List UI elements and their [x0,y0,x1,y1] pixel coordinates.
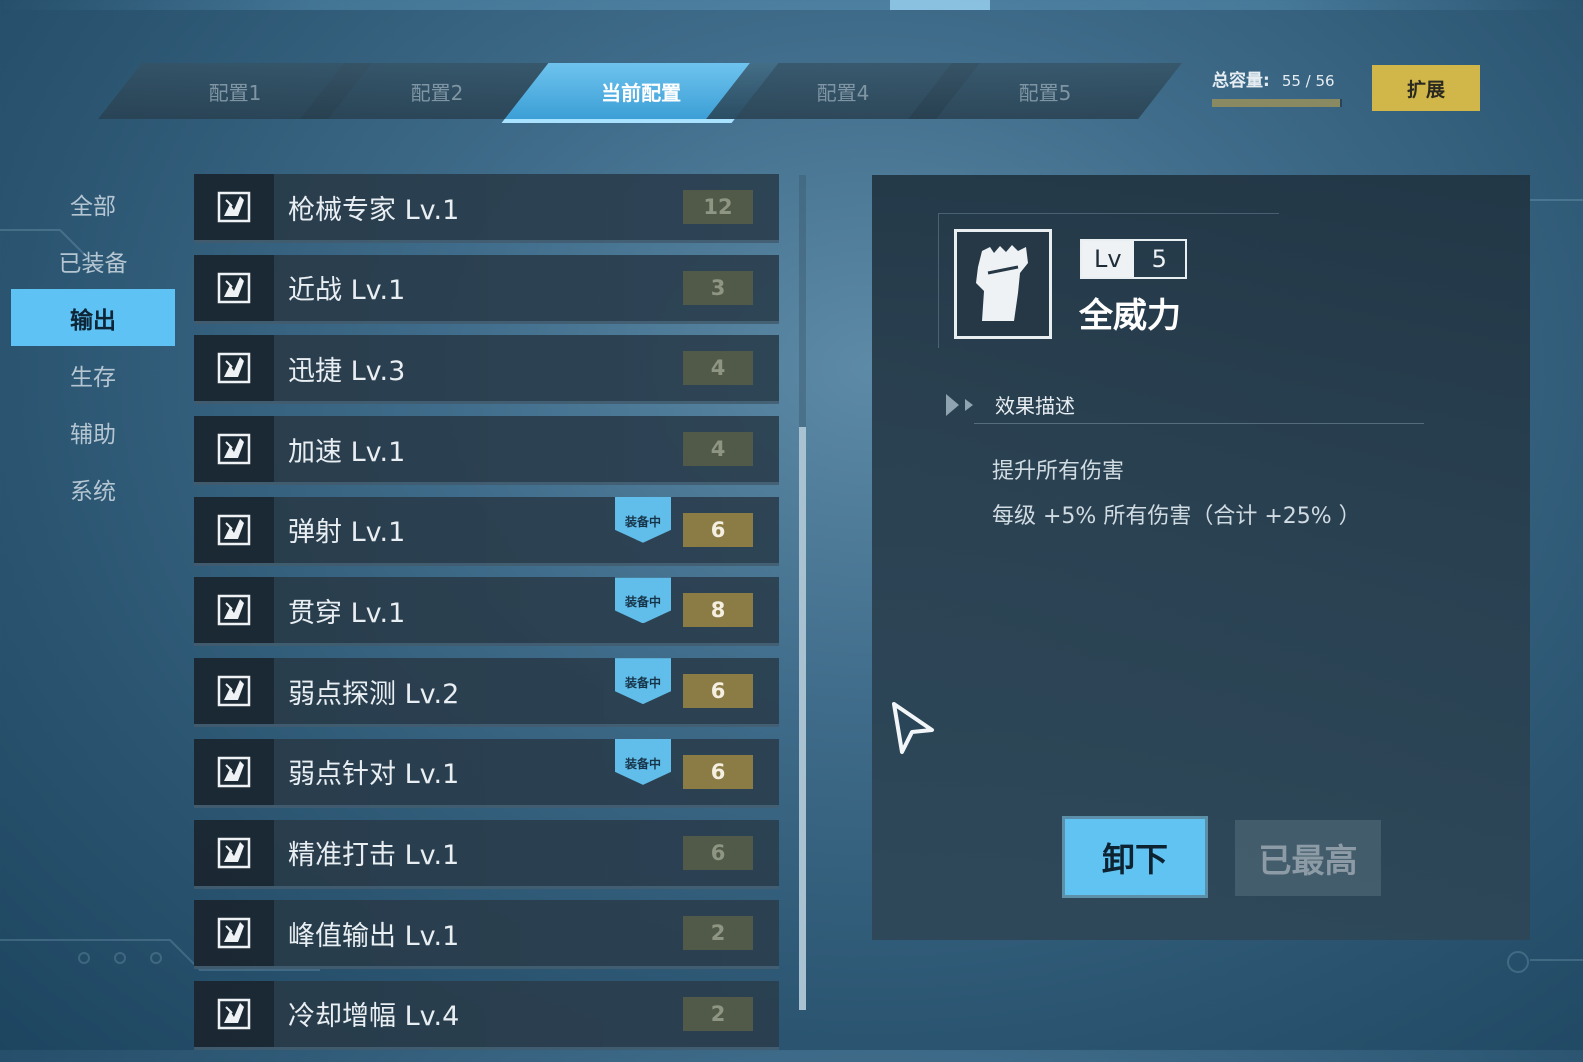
level-value: 5 [1151,245,1167,273]
cursor-arrow-icon [892,702,934,754]
skill-cost: 12 [683,190,753,224]
top-glow [890,0,990,10]
skill-row[interactable]: 贯穿 Lv.1 装备中 8 [194,577,779,647]
skill-chip-icon [194,254,274,321]
section-divider [974,423,1424,424]
skill-cost: 3 [683,270,753,305]
skill-row[interactable]: 近战 Lv.1 3 [194,254,779,324]
capacity-bar-fill [1212,99,1340,107]
triangle-icon [946,393,959,416]
tab-label: 配置1 [208,80,262,105]
skill-chip-icon [194,577,274,644]
skill-chip-icon [194,496,274,563]
skill-row[interactable]: 弱点针对 Lv.1 装备中 6 [194,738,779,808]
category-equipped[interactable]: 已装备 [11,232,175,289]
tab-label: 配置5 [1018,80,1072,105]
skill-cost: 6 [683,674,753,709]
skill-title: 全威力 [1079,296,1181,336]
skill-row[interactable]: 冷却增幅 Lv.4 2 [194,980,779,1050]
skill-chip-icon [194,335,274,402]
skill-cost: 2 [683,996,753,1031]
capacity-indicator: 总容量: 55 / 56 [1212,66,1342,107]
tab-config-5[interactable]: 配置5 [908,63,1182,119]
skill-cost: 6 [683,754,753,789]
skill-row[interactable]: 枪械专家 Lv.1 12 [194,174,779,243]
skill-cost: 4 [683,432,753,467]
category-support[interactable]: 辅助 [11,403,175,460]
level-label: Lv [1082,241,1134,277]
scrollbar[interactable] [799,175,806,1010]
skill-cost: 6 [683,512,753,547]
scrollbar-thumb[interactable] [799,427,806,1010]
expand-button[interactable]: 扩展 [1372,65,1480,111]
tab-label: 配置4 [816,80,870,105]
skill-row[interactable]: 加速 Lv.1 4 [194,416,779,486]
capacity-value: 55 / 56 [1281,72,1335,90]
skill-row[interactable]: 弹射 Lv.1 装备中 6 [194,496,779,566]
effect-description-line-1: 提升所有伤害 [992,459,1125,484]
category-survival[interactable]: 生存 [11,346,175,403]
skill-chip-icon [194,980,274,1047]
section-header: 效果描述 [946,390,1075,419]
category-system[interactable]: 系统 [11,460,175,517]
skill-chip-icon [194,900,274,967]
small-triangle-icon [965,398,973,411]
tab-label: 当前配置 [601,80,682,105]
section-title: 效果描述 [995,394,1075,418]
effect-description-line-2: 每级 +5% 所有伤害（合计 +25% ） [992,504,1361,529]
category-output[interactable]: 输出 [11,289,175,346]
top-decor-bar [0,0,1583,10]
skill-cost: 6 [683,835,753,870]
skill-chip-icon [194,174,274,240]
skill-row[interactable]: 弱点探测 Lv.2 装备中 6 [194,658,779,728]
maxed-button: 已最高 [1235,820,1381,896]
skill-row[interactable]: 峰值输出 Lv.1 2 [194,900,779,970]
skill-cost: 4 [683,351,753,386]
skill-list: 枪械专家 Lv.1 12 近战 Lv.1 3 迅捷 Lv.3 4 加速 Lv.1 4 弹射 Lv… [194,174,779,1062]
skill-chip-icon [194,819,274,886]
capacity-label: 总容量: [1212,71,1270,91]
capacity-bar [1212,99,1342,107]
skill-cost: 2 [683,916,753,951]
category-all[interactable]: 全部 [11,175,175,232]
category-sidebar: 全部 已装备 输出 生存 辅助 系统 [11,175,175,517]
skill-cost: 8 [683,593,753,628]
fist-icon [954,229,1052,339]
skill-row[interactable]: 精准打击 Lv.1 6 [194,819,779,889]
skill-chip-icon [194,658,274,725]
level-box: Lv 5 [1080,239,1187,279]
skill-chip-icon [194,416,274,483]
unequip-button[interactable]: 卸下 [1065,819,1205,895]
skill-chip-icon [194,738,274,805]
tab-label: 配置2 [410,80,464,105]
skill-row[interactable]: 迅捷 Lv.3 4 [194,335,779,405]
